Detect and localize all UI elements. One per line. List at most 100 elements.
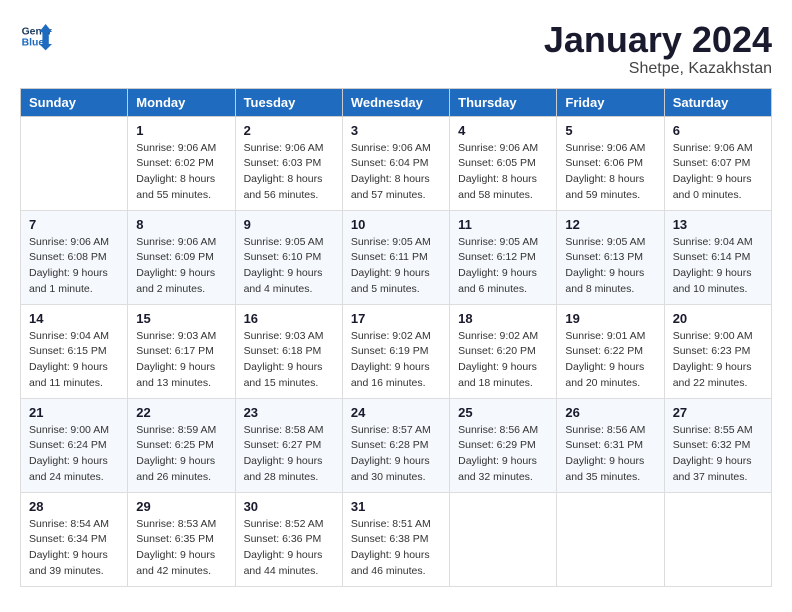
day-info: Sunrise: 9:06 AM Sunset: 6:09 PM Dayligh… [136, 235, 226, 298]
day-number: 22 [136, 405, 226, 420]
day-info: Sunrise: 9:05 AM Sunset: 6:10 PM Dayligh… [244, 235, 334, 298]
calendar-day-cell: 25 Sunrise: 8:56 AM Sunset: 6:29 PM Dayl… [450, 398, 557, 492]
daylight-text: Daylight: 9 hours and 1 minute. [29, 266, 119, 298]
day-number: 16 [244, 311, 334, 326]
sunset-text: Sunset: 6:09 PM [136, 250, 226, 266]
daylight-text: Daylight: 9 hours and 39 minutes. [29, 548, 119, 580]
daylight-text: Daylight: 9 hours and 8 minutes. [565, 266, 655, 298]
daylight-text: Daylight: 9 hours and 32 minutes. [458, 454, 548, 486]
day-number: 10 [351, 217, 441, 232]
sunset-text: Sunset: 6:11 PM [351, 250, 441, 266]
sunset-text: Sunset: 6:38 PM [351, 532, 441, 548]
sunset-text: Sunset: 6:12 PM [458, 250, 548, 266]
logo-icon: General Blue [20, 20, 52, 52]
daylight-text: Daylight: 8 hours and 55 minutes. [136, 172, 226, 204]
calendar-day-cell: 9 Sunrise: 9:05 AM Sunset: 6:10 PM Dayli… [235, 210, 342, 304]
title-block: January 2024 Shetpe, Kazakhstan [544, 20, 772, 78]
calendar-day-cell: 12 Sunrise: 9:05 AM Sunset: 6:13 PM Dayl… [557, 210, 664, 304]
sunset-text: Sunset: 6:10 PM [244, 250, 334, 266]
day-info: Sunrise: 9:05 AM Sunset: 6:11 PM Dayligh… [351, 235, 441, 298]
daylight-text: Daylight: 8 hours and 59 minutes. [565, 172, 655, 204]
day-info: Sunrise: 8:59 AM Sunset: 6:25 PM Dayligh… [136, 423, 226, 486]
daylight-text: Daylight: 8 hours and 58 minutes. [458, 172, 548, 204]
calendar-day-cell [450, 492, 557, 586]
sunrise-text: Sunrise: 8:58 AM [244, 423, 334, 439]
day-info: Sunrise: 9:04 AM Sunset: 6:14 PM Dayligh… [673, 235, 763, 298]
sunrise-text: Sunrise: 9:02 AM [458, 329, 548, 345]
day-number: 23 [244, 405, 334, 420]
day-info: Sunrise: 8:56 AM Sunset: 6:29 PM Dayligh… [458, 423, 548, 486]
sunrise-text: Sunrise: 9:06 AM [565, 141, 655, 157]
calendar-day-cell: 11 Sunrise: 9:05 AM Sunset: 6:12 PM Dayl… [450, 210, 557, 304]
calendar-day-cell: 23 Sunrise: 8:58 AM Sunset: 6:27 PM Dayl… [235, 398, 342, 492]
calendar-day-cell: 18 Sunrise: 9:02 AM Sunset: 6:20 PM Dayl… [450, 304, 557, 398]
day-info: Sunrise: 8:55 AM Sunset: 6:32 PM Dayligh… [673, 423, 763, 486]
sunset-text: Sunset: 6:31 PM [565, 438, 655, 454]
day-number: 30 [244, 499, 334, 514]
day-info: Sunrise: 9:04 AM Sunset: 6:15 PM Dayligh… [29, 329, 119, 392]
sunset-text: Sunset: 6:29 PM [458, 438, 548, 454]
sunrise-text: Sunrise: 8:59 AM [136, 423, 226, 439]
page-header: General Blue January 2024 Shetpe, Kazakh… [20, 20, 772, 78]
sunrise-text: Sunrise: 9:01 AM [565, 329, 655, 345]
sunset-text: Sunset: 6:02 PM [136, 156, 226, 172]
daylight-text: Daylight: 9 hours and 28 minutes. [244, 454, 334, 486]
sunset-text: Sunset: 6:04 PM [351, 156, 441, 172]
day-info: Sunrise: 8:54 AM Sunset: 6:34 PM Dayligh… [29, 517, 119, 580]
day-number: 31 [351, 499, 441, 514]
sunset-text: Sunset: 6:15 PM [29, 344, 119, 360]
sunset-text: Sunset: 6:13 PM [565, 250, 655, 266]
daylight-text: Daylight: 9 hours and 11 minutes. [29, 360, 119, 392]
logo: General Blue [20, 20, 52, 52]
daylight-text: Daylight: 9 hours and 6 minutes. [458, 266, 548, 298]
calendar-day-cell: 2 Sunrise: 9:06 AM Sunset: 6:03 PM Dayli… [235, 116, 342, 210]
sunrise-text: Sunrise: 8:55 AM [673, 423, 763, 439]
day-info: Sunrise: 9:01 AM Sunset: 6:22 PM Dayligh… [565, 329, 655, 392]
day-number: 7 [29, 217, 119, 232]
sunset-text: Sunset: 6:20 PM [458, 344, 548, 360]
calendar-day-cell: 10 Sunrise: 9:05 AM Sunset: 6:11 PM Dayl… [342, 210, 449, 304]
day-info: Sunrise: 8:57 AM Sunset: 6:28 PM Dayligh… [351, 423, 441, 486]
sunset-text: Sunset: 6:22 PM [565, 344, 655, 360]
sunrise-text: Sunrise: 9:00 AM [673, 329, 763, 345]
day-info: Sunrise: 9:06 AM Sunset: 6:04 PM Dayligh… [351, 141, 441, 204]
day-number: 2 [244, 123, 334, 138]
calendar-day-cell: 20 Sunrise: 9:00 AM Sunset: 6:23 PM Dayl… [664, 304, 771, 398]
calendar-week-row: 1 Sunrise: 9:06 AM Sunset: 6:02 PM Dayli… [21, 116, 772, 210]
calendar-week-row: 14 Sunrise: 9:04 AM Sunset: 6:15 PM Dayl… [21, 304, 772, 398]
day-number: 24 [351, 405, 441, 420]
calendar-day-cell: 5 Sunrise: 9:06 AM Sunset: 6:06 PM Dayli… [557, 116, 664, 210]
sunrise-text: Sunrise: 9:06 AM [458, 141, 548, 157]
sunset-text: Sunset: 6:05 PM [458, 156, 548, 172]
day-header: Saturday [664, 88, 771, 116]
day-header: Friday [557, 88, 664, 116]
daylight-text: Daylight: 9 hours and 10 minutes. [673, 266, 763, 298]
calendar-title: January 2024 [544, 20, 772, 60]
calendar-day-cell: 19 Sunrise: 9:01 AM Sunset: 6:22 PM Dayl… [557, 304, 664, 398]
sunrise-text: Sunrise: 9:06 AM [136, 141, 226, 157]
day-info: Sunrise: 9:06 AM Sunset: 6:02 PM Dayligh… [136, 141, 226, 204]
calendar-day-cell: 21 Sunrise: 9:00 AM Sunset: 6:24 PM Dayl… [21, 398, 128, 492]
sunrise-text: Sunrise: 9:00 AM [29, 423, 119, 439]
sunrise-text: Sunrise: 8:56 AM [565, 423, 655, 439]
calendar-day-cell: 22 Sunrise: 8:59 AM Sunset: 6:25 PM Dayl… [128, 398, 235, 492]
day-header: Wednesday [342, 88, 449, 116]
daylight-text: Daylight: 9 hours and 22 minutes. [673, 360, 763, 392]
day-number: 11 [458, 217, 548, 232]
calendar-day-cell: 30 Sunrise: 8:52 AM Sunset: 6:36 PM Dayl… [235, 492, 342, 586]
day-number: 25 [458, 405, 548, 420]
daylight-text: Daylight: 9 hours and 35 minutes. [565, 454, 655, 486]
sunrise-text: Sunrise: 9:05 AM [244, 235, 334, 251]
daylight-text: Daylight: 9 hours and 46 minutes. [351, 548, 441, 580]
day-header: Thursday [450, 88, 557, 116]
day-number: 28 [29, 499, 119, 514]
day-number: 4 [458, 123, 548, 138]
day-number: 3 [351, 123, 441, 138]
day-info: Sunrise: 9:05 AM Sunset: 6:12 PM Dayligh… [458, 235, 548, 298]
daylight-text: Daylight: 9 hours and 42 minutes. [136, 548, 226, 580]
day-number: 6 [673, 123, 763, 138]
sunset-text: Sunset: 6:28 PM [351, 438, 441, 454]
daylight-text: Daylight: 9 hours and 4 minutes. [244, 266, 334, 298]
svg-text:Blue: Blue [22, 38, 45, 49]
sunrise-text: Sunrise: 8:56 AM [458, 423, 548, 439]
